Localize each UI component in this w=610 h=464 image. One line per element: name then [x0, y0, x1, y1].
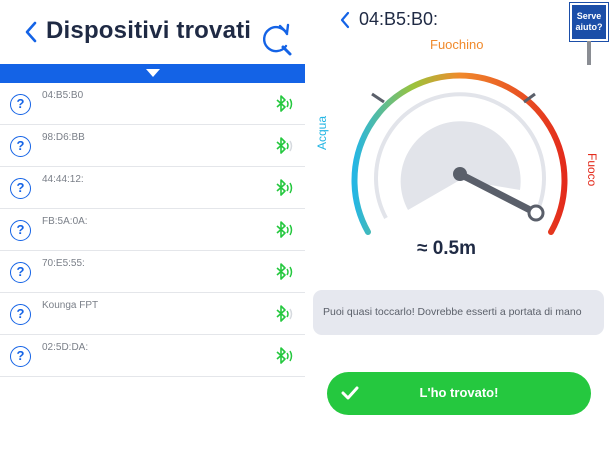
bluetooth-signal-icon [276, 179, 293, 196]
device-name: 02:5D:DA: [42, 342, 89, 353]
device-row[interactable]: ? 44:44:12: [0, 167, 305, 209]
back-arrow-icon[interactable] [22, 18, 40, 46]
gauge-label-top: Fuochino [430, 37, 484, 52]
help-sign-line2: aiuto? [575, 22, 603, 32]
bluetooth-signal-icon [276, 263, 293, 280]
device-name: 04:B5:B0 [42, 90, 84, 101]
bluetooth-signal-icon [276, 137, 293, 154]
gauge-tick-left [371, 92, 385, 104]
device-row[interactable]: ? 70:E5:55: [0, 251, 305, 293]
bluetooth-signal-icon [276, 95, 293, 112]
hint-message: Puoi quasi toccarlo! Dovrebbe esserti a … [323, 306, 582, 318]
found-it-button[interactable]: L'ho trovato! [327, 372, 591, 415]
header: Dispositivi trovati [0, 0, 305, 64]
help-sign-board: Serve aiuto? [569, 2, 609, 42]
gauge-needle-hub [453, 167, 467, 181]
device-row[interactable]: ? Kounga FPT [0, 293, 305, 335]
distance-readout: ≈ 0.5m [417, 238, 477, 259]
proximity-gauge [351, 72, 568, 235]
help-sign-line1: Serve [576, 11, 602, 21]
help-question-icon[interactable]: ? [10, 220, 31, 241]
device-name: 44:44:12: [42, 174, 84, 185]
hint-message-box: Puoi quasi toccarlo! Dovrebbe esserti a … [313, 290, 604, 335]
device-name: FB:5A:0A: [42, 216, 88, 227]
gauge-label-right: Fuoco [585, 153, 599, 187]
help-question-icon[interactable]: ? [10, 346, 31, 367]
help-question-icon[interactable]: ? [10, 304, 31, 325]
device-list-screen: Dispositivi trovati ? 04:B5:B0 ? 98:D6:B… [0, 0, 305, 464]
back-arrow-icon[interactable] [338, 9, 352, 31]
device-row[interactable]: ? 02:5D:DA: [0, 335, 305, 377]
gauge-label-left: Acqua [315, 115, 329, 150]
found-it-label: L'ho trovato! [419, 385, 499, 400]
help-question-icon[interactable]: ? [10, 94, 31, 115]
page-title: Dispositivi trovati [46, 17, 252, 44]
device-row[interactable]: ? 04:B5:B0 [0, 83, 305, 125]
bluetooth-signal-icon [276, 347, 293, 364]
device-name: Kounga FPT [42, 300, 99, 311]
device-finder-screen: 04:B5:B0: Serve aiuto? Fuochino Acqua Fu… [305, 0, 610, 464]
device-row[interactable]: ? FB:5A:0A: [0, 209, 305, 251]
device-name: 70:E5:55: [42, 258, 85, 269]
help-question-icon[interactable]: ? [10, 262, 31, 283]
scan-refresh-icon[interactable] [258, 22, 294, 58]
device-row[interactable]: ? 98:D6:BB [0, 125, 305, 167]
gauge-needle-tip [527, 204, 545, 222]
help-question-icon[interactable]: ? [10, 178, 31, 199]
chevron-down-icon [146, 69, 160, 77]
expand-filter-bar[interactable] [0, 64, 305, 83]
device-name: 98:D6:BB [42, 132, 85, 143]
device-title: 04:B5:B0: [359, 9, 439, 29]
bluetooth-signal-icon [276, 305, 293, 322]
help-question-icon[interactable]: ? [10, 136, 31, 157]
bluetooth-signal-icon [276, 221, 293, 238]
